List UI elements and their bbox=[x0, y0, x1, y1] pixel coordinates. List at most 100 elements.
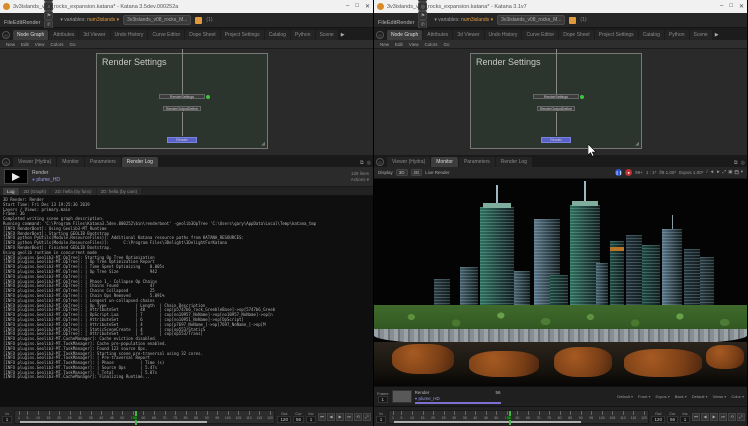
render-node[interactable]: Render bbox=[541, 137, 571, 143]
main-tab[interactable]: Catalog bbox=[639, 30, 664, 40]
zoom-level[interactable]: 1 : 1* bbox=[646, 170, 657, 175]
log-sub-tab[interactable]: 2D: hella (by func) bbox=[51, 188, 96, 195]
main-tab[interactable]: Undo History bbox=[111, 30, 148, 40]
timeline-ruler[interactable]: 1510152025303540455055606570758085909510… bbox=[388, 410, 649, 424]
pane-tab[interactable]: Viewer (Hydra) bbox=[13, 157, 56, 167]
main-tab[interactable]: Project Settings bbox=[595, 30, 638, 40]
view-3d-button[interactable]: 3D bbox=[396, 169, 408, 176]
main-tab[interactable]: Undo History bbox=[485, 30, 522, 40]
pane-tab[interactable]: Render Log bbox=[496, 157, 532, 167]
nodegraph-menu-item[interactable]: Go bbox=[443, 42, 449, 47]
maximize-button[interactable]: □ bbox=[729, 3, 733, 10]
more-tabs-icon[interactable]: ▶ bbox=[339, 30, 347, 40]
stop-render-icon[interactable]: ● bbox=[625, 169, 632, 176]
live-render-label[interactable]: Live Render bbox=[425, 170, 449, 175]
pane-menu-icon[interactable]: ◎ bbox=[2, 158, 10, 166]
transport-button[interactable]: ⟲ bbox=[354, 413, 362, 421]
render-settings-group[interactable]: Render Settings RenderSettings RenderOut… bbox=[96, 53, 268, 149]
monitor-dropdown[interactable]: Color bbox=[731, 394, 744, 399]
monitor-icon[interactable]: ◄ bbox=[710, 169, 714, 177]
menu-item[interactable]: File bbox=[4, 20, 13, 26]
pane-corner-icon[interactable]: ⧉ bbox=[360, 160, 364, 166]
menu-item[interactable]: Render bbox=[396, 20, 414, 26]
transport-button[interactable]: ⤢ bbox=[363, 413, 371, 421]
main-tab[interactable]: Scene bbox=[316, 30, 338, 40]
menu-item[interactable]: Render bbox=[22, 20, 40, 26]
log-sub-tab[interactable]: Log bbox=[3, 188, 19, 195]
renderoutput-node[interactable]: RenderOutputDefine bbox=[163, 106, 201, 111]
nodegraph-menu-item[interactable]: Colors bbox=[424, 42, 437, 47]
titlebar[interactable]: 3v3islands_v08_rocks_expansion.katana* -… bbox=[374, 0, 747, 13]
nodegraph-menu-item[interactable]: New bbox=[380, 42, 389, 47]
monitor-icon[interactable]: 🗖 bbox=[734, 169, 738, 177]
main-tab[interactable]: Attributes bbox=[49, 30, 78, 40]
minimize-button[interactable]: – bbox=[346, 3, 349, 10]
render-node[interactable]: Render bbox=[167, 137, 197, 143]
more-tabs-icon[interactable]: ▶ bbox=[713, 30, 721, 40]
renderoutput-node[interactable]: RenderOutputDefine bbox=[537, 106, 575, 111]
main-tab[interactable]: Dope Sheet bbox=[559, 30, 593, 40]
transport-button[interactable]: ◀ bbox=[701, 413, 709, 421]
log-sub-tab[interactable]: 2D: hella (by cam) bbox=[97, 188, 142, 195]
nodegraph-menu-item[interactable]: New bbox=[6, 42, 15, 47]
render-pass-name[interactable]: plume_HD bbox=[415, 396, 501, 401]
monitor-icon[interactable]: / bbox=[706, 169, 707, 177]
transport-button[interactable]: ◀ bbox=[327, 413, 335, 421]
rendersettings-node[interactable]: RenderSettings bbox=[533, 94, 579, 99]
in-frame-field[interactable]: 1 bbox=[2, 416, 12, 423]
menu-item[interactable]: File bbox=[378, 20, 387, 26]
render-log-output[interactable]: 3D Render: RenderStart Time: Fri Dec 13 … bbox=[0, 196, 373, 406]
menu-item[interactable]: Edit bbox=[13, 20, 22, 26]
group-resize-handle[interactable]: ◢ bbox=[635, 141, 639, 147]
monitor-dropdown[interactable]: Views bbox=[713, 394, 727, 399]
pane-menu-icon[interactable]: ◎ bbox=[376, 31, 384, 39]
close-button[interactable]: ✕ bbox=[739, 3, 744, 10]
monitor-icon[interactable]: ▣ bbox=[728, 169, 732, 177]
titlebar[interactable]: 3v3islands_v08_rocks_expansion.katana* -… bbox=[0, 0, 373, 13]
main-tab[interactable]: Scene bbox=[690, 30, 712, 40]
transport-button[interactable]: ⟲ bbox=[728, 413, 736, 421]
transport-button[interactable]: ⏮ bbox=[692, 413, 700, 421]
current-frame-field[interactable]: 56 bbox=[293, 416, 304, 423]
main-tab[interactable]: Node Graph bbox=[387, 30, 422, 40]
monitor-dropdown[interactable]: Expos bbox=[655, 394, 669, 399]
minimize-button[interactable]: – bbox=[720, 3, 723, 10]
close-button[interactable]: ✕ bbox=[365, 3, 370, 10]
in-frame-field[interactable]: 1 bbox=[376, 416, 386, 423]
main-tab[interactable]: Python bbox=[291, 30, 315, 40]
nodegraph-menu-item[interactable]: Edit bbox=[395, 42, 403, 47]
monitor-dropdown[interactable]: Back bbox=[675, 394, 687, 399]
timeline-scrollbar[interactable] bbox=[20, 421, 207, 423]
pane-tab[interactable]: Parameters bbox=[459, 157, 495, 167]
pane-tab[interactable]: Monitor bbox=[431, 157, 458, 167]
toolbar-icon[interactable]: ⚑ bbox=[44, 11, 53, 20]
monitor-icon[interactable]: ⤢ bbox=[723, 169, 727, 177]
fstop-control[interactable]: f/8 1.00* bbox=[659, 170, 676, 175]
monitor-dropdown[interactable]: Front bbox=[638, 394, 650, 399]
toolbar-icon[interactable]: ◎ bbox=[418, 2, 427, 11]
transport-button[interactable]: ⏭ bbox=[719, 413, 727, 421]
current-frame-field[interactable]: 56 bbox=[667, 416, 678, 423]
scene-file-tab[interactable]: 3v3islands_v08_rocks_M... bbox=[497, 15, 565, 25]
monitor-icon[interactable]: ▾ bbox=[741, 169, 743, 177]
main-tab[interactable]: Python bbox=[665, 30, 689, 40]
out-frame-field[interactable]: 120 bbox=[651, 416, 665, 423]
monitor-viewport[interactable] bbox=[374, 179, 747, 386]
toolbar-icon[interactable]: ⌕ bbox=[44, 2, 53, 11]
main-tab[interactable]: Dope Sheet bbox=[185, 30, 219, 40]
variables-dropdown[interactable]: ▾ variables: num3islands ▾ bbox=[434, 17, 493, 23]
main-tab[interactable]: Curve Editor bbox=[522, 30, 558, 40]
pane-menu-icon[interactable]: ◎ bbox=[2, 31, 10, 39]
catalog-thumbnail[interactable] bbox=[392, 390, 412, 403]
frame-field[interactable]: 1 bbox=[378, 396, 388, 403]
node-graph-canvas[interactable]: Render Settings RenderSettings RenderOut… bbox=[374, 49, 747, 155]
main-tab[interactable]: Project Settings bbox=[221, 30, 264, 40]
monitor-icon[interactable]: ► bbox=[716, 169, 720, 177]
nodegraph-menu-item[interactable]: Edit bbox=[21, 42, 29, 47]
toolbar-icon[interactable]: ⚑ bbox=[418, 11, 427, 20]
nodegraph-menu-item[interactable]: View bbox=[409, 42, 419, 47]
pane-tab[interactable]: Viewer (Hydra) bbox=[387, 157, 430, 167]
increment-field[interactable]: 1 bbox=[680, 416, 690, 423]
render-name[interactable]: plume_HD bbox=[32, 177, 347, 183]
pane-tab[interactable]: Render Log bbox=[122, 157, 158, 167]
